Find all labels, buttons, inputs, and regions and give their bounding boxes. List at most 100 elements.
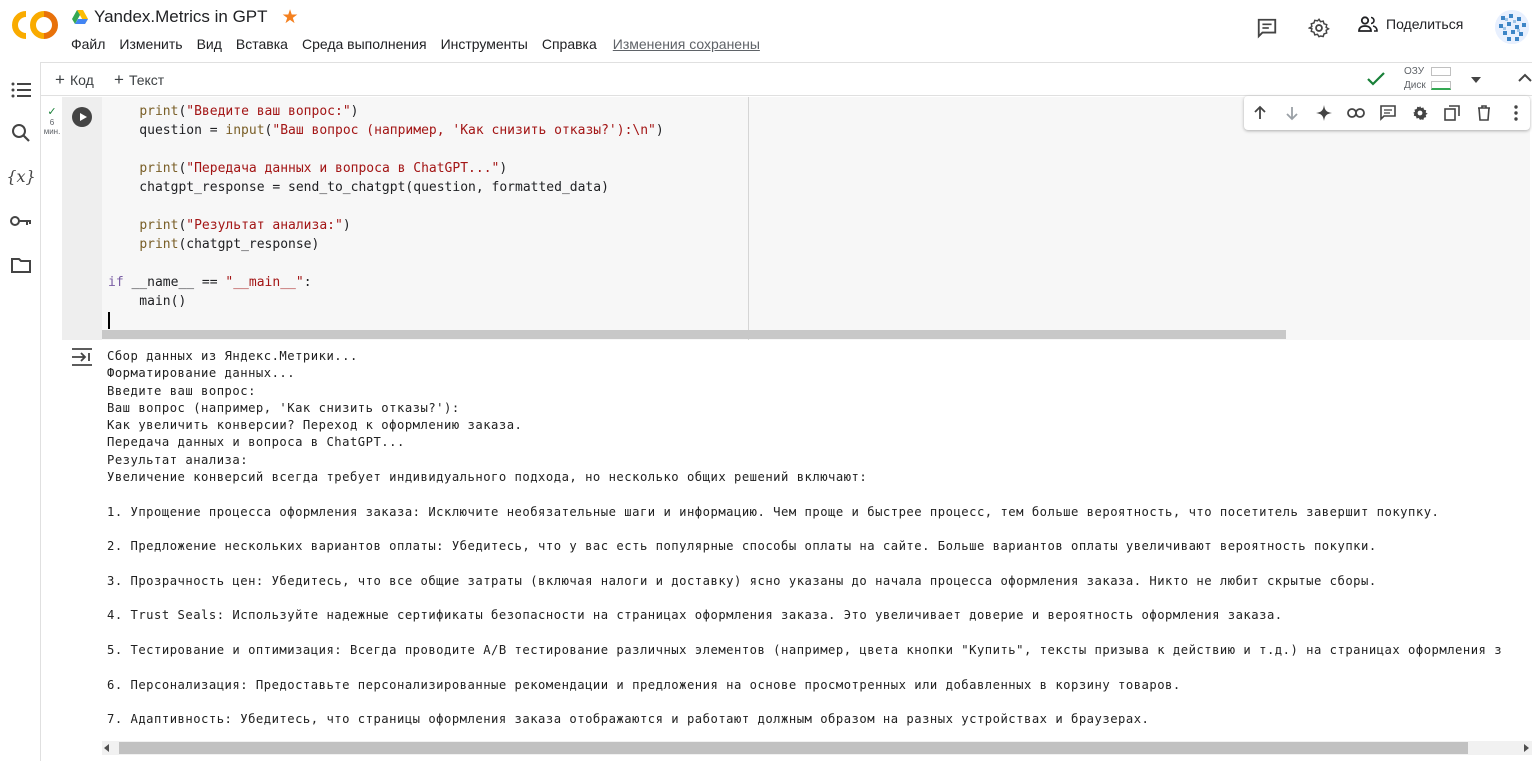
- output-line: 3. Прозрачность цен: Убедитесь, что все …: [107, 573, 1377, 588]
- output-line: 4. Trust Seals: Используйте надежные сер…: [107, 608, 1283, 623]
- menu-view[interactable]: Вид: [197, 36, 222, 52]
- code-line: chatgpt_response = send_to_chatgpt(quest…: [108, 178, 664, 197]
- code-token: (chatgpt_response): [178, 237, 320, 252]
- ram-label: ОЗУ: [1404, 66, 1425, 77]
- menu-bar: Файл Изменить Вид Вставка Среда выполнен…: [71, 36, 774, 52]
- disk-bar: [1431, 81, 1451, 90]
- menu-file[interactable]: Файл: [71, 36, 105, 52]
- output-line: Увеличение конверсий всегда требует инди…: [107, 470, 868, 485]
- menu-edit[interactable]: Изменить: [119, 36, 182, 52]
- output-menu-icon[interactable]: [70, 346, 94, 368]
- share-button[interactable]: Поделиться: [1358, 16, 1463, 32]
- output-line: 2. Предложение нескольких вариантов опла…: [107, 539, 1377, 554]
- toc-icon[interactable]: [9, 78, 33, 102]
- code-token: input: [225, 123, 265, 138]
- output-line: Результат анализа:: [107, 452, 249, 467]
- add-text-label: Текст: [128, 71, 165, 88]
- people-icon: [1358, 16, 1378, 32]
- exec-time-value: 6: [49, 118, 55, 127]
- add-code-button[interactable]: + Код: [55, 71, 94, 88]
- folder-icon[interactable]: [9, 253, 33, 277]
- code-token: "__main__": [225, 275, 304, 290]
- output-line: 7. Адаптивность: Убедитесь, что страницы…: [107, 712, 1150, 727]
- code-line: print("Передача данных и вопроса в ChatG…: [108, 159, 664, 178]
- menu-runtime[interactable]: Среда выполнения: [302, 36, 427, 52]
- output-line: Передача данных и вопроса в ChatGPT...: [107, 435, 405, 450]
- saved-status[interactable]: Изменения сохранены: [613, 36, 760, 52]
- disk-label: Диск: [1404, 80, 1426, 91]
- chevron-up-icon[interactable]: [1518, 73, 1532, 83]
- move-up-icon[interactable]: [1248, 101, 1272, 125]
- run-cell-button[interactable]: [72, 107, 92, 127]
- code-token: chatgpt_response = send_to_chatgpt(quest…: [108, 180, 609, 195]
- avatar[interactable]: [1495, 10, 1529, 44]
- star-icon[interactable]: ★: [282, 8, 299, 27]
- plus-icon: +: [114, 70, 124, 89]
- output-line: Форматирование данных...: [107, 366, 296, 381]
- output-scrollbar-thumb[interactable]: [119, 742, 1468, 754]
- code-token: ): [350, 104, 359, 119]
- move-down-icon[interactable]: [1280, 101, 1304, 125]
- left-rail: {x}: [0, 62, 41, 761]
- code-token: question =: [108, 123, 226, 138]
- cell-gutter: [62, 97, 102, 340]
- code-token: "Введите ваш вопрос:": [186, 104, 351, 119]
- code-token: ): [499, 161, 508, 176]
- menu-tools[interactable]: Инструменты: [441, 36, 528, 52]
- text-cursor: [108, 312, 110, 329]
- code-text[interactable]: print("Введите ваш вопрос:") question = …: [108, 102, 664, 311]
- mirror-cell-icon[interactable]: [1440, 101, 1464, 125]
- variables-icon[interactable]: {x}: [6, 164, 35, 188]
- menu-insert[interactable]: Вставка: [236, 36, 288, 52]
- delete-icon[interactable]: [1472, 101, 1496, 125]
- code-line: question = input("Ваш вопрос (например, …: [108, 121, 663, 140]
- app-header: Yandex.Metrics in GPT ★ Файл Изменить Ви…: [0, 0, 1532, 62]
- scroll-right-icon[interactable]: [1524, 744, 1529, 752]
- notebook-toolbar: + Код + Текст ОЗУ Диск: [41, 62, 1532, 96]
- add-text-button[interactable]: + Текст: [114, 71, 164, 88]
- connected-check-icon: [1367, 72, 1385, 86]
- more-options-icon[interactable]: [1504, 101, 1528, 125]
- code-token: print: [139, 237, 179, 252]
- gear-icon[interactable]: [1408, 101, 1432, 125]
- code-token: ): [342, 218, 351, 233]
- code-line: main(): [108, 292, 664, 311]
- comment-icon[interactable]: [1376, 101, 1400, 125]
- link-icon[interactable]: [1344, 101, 1368, 125]
- resource-labels[interactable]: ОЗУ Диск: [1404, 65, 1426, 93]
- output-line: Сбор данных из Яндекс.Метрики...: [107, 349, 358, 363]
- gear-icon[interactable]: [1306, 15, 1332, 41]
- menu-help[interactable]: Справка: [542, 36, 597, 52]
- key-icon[interactable]: [9, 209, 33, 233]
- code-scrollbar[interactable]: [102, 330, 1286, 339]
- check-icon: ✓: [47, 106, 57, 118]
- comment-icon[interactable]: [1254, 15, 1280, 41]
- code-token: if: [108, 275, 124, 290]
- exec-time-unit: мин.: [43, 127, 61, 136]
- code-token: print: [139, 104, 179, 119]
- drive-icon[interactable]: [72, 10, 88, 24]
- scroll-left-icon[interactable]: [104, 744, 109, 752]
- notebook-title[interactable]: Yandex.Metrics in GPT: [94, 7, 268, 27]
- code-token: :: [303, 275, 312, 290]
- chevron-down-icon[interactable]: [1470, 76, 1482, 84]
- colab-logo[interactable]: [12, 10, 58, 40]
- output-line: 1. Упрощение процесса оформления заказа:…: [107, 504, 1440, 519]
- code-token: "Передача данных и вопроса в ChatGPT...": [186, 161, 500, 176]
- cell-output: Сбор данных из Яндекс.Метрики... Форматир…: [107, 348, 1532, 729]
- code-line: print("Введите ваш вопрос:"): [108, 102, 664, 121]
- sparkle-icon[interactable]: [1312, 101, 1336, 125]
- code-line: print(chatgpt_response): [108, 235, 664, 254]
- search-icon[interactable]: [9, 121, 33, 145]
